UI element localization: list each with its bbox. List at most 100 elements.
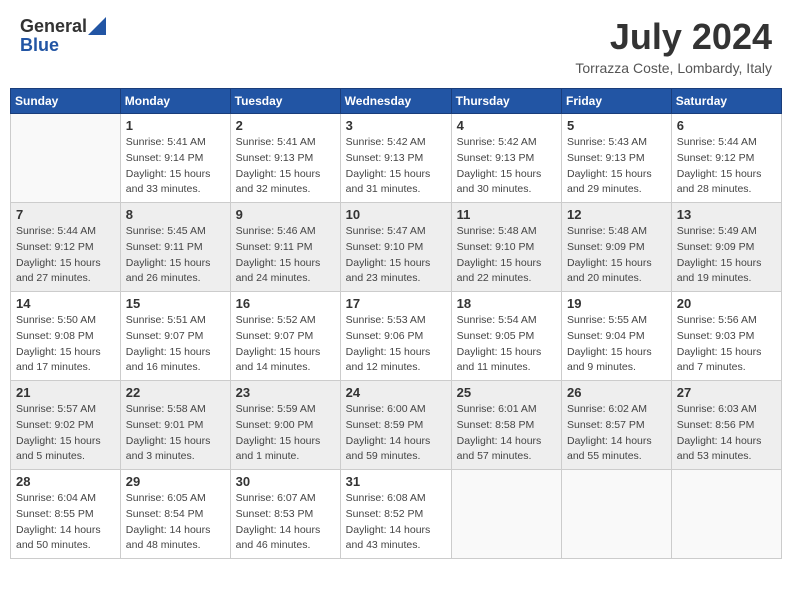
calendar-cell: 15 Sunrise: 5:51 AMSunset: 9:07 PMDayligh… [120, 292, 230, 381]
weekday-header-sunday: Sunday [11, 89, 121, 114]
day-info: Sunrise: 5:52 AMSunset: 9:07 PMDaylight:… [236, 313, 335, 376]
day-info: Sunrise: 5:47 AMSunset: 9:10 PMDaylight:… [346, 224, 446, 287]
day-number: 17 [346, 296, 446, 311]
day-number: 21 [16, 385, 115, 400]
day-info: Sunrise: 6:03 AMSunset: 8:56 PMDaylight:… [677, 402, 776, 465]
day-info: Sunrise: 5:55 AMSunset: 9:04 PMDaylight:… [567, 313, 666, 376]
day-info: Sunrise: 6:00 AMSunset: 8:59 PMDaylight:… [346, 402, 446, 465]
day-number: 18 [457, 296, 556, 311]
calendar-cell [11, 114, 121, 203]
day-number: 8 [126, 207, 225, 222]
day-info: Sunrise: 6:08 AMSunset: 8:52 PMDaylight:… [346, 491, 446, 554]
calendar-cell: 11 Sunrise: 5:48 AMSunset: 9:10 PMDayligh… [451, 203, 561, 292]
calendar-cell: 14 Sunrise: 5:50 AMSunset: 9:08 PMDayligh… [11, 292, 121, 381]
day-number: 20 [677, 296, 776, 311]
calendar-cell: 13 Sunrise: 5:49 AMSunset: 9:09 PMDayligh… [671, 203, 781, 292]
day-info: Sunrise: 5:54 AMSunset: 9:05 PMDaylight:… [457, 313, 556, 376]
calendar-cell: 29Sunrise: 6:05 AMSunset: 8:54 PMDayligh… [120, 470, 230, 559]
day-number: 16 [236, 296, 335, 311]
day-number: 15 [126, 296, 225, 311]
day-info: Sunrise: 5:50 AMSunset: 9:08 PMDaylight:… [16, 313, 115, 376]
day-info: Sunrise: 5:58 AMSunset: 9:01 PMDaylight:… [126, 402, 225, 465]
weekday-header-wednesday: Wednesday [340, 89, 451, 114]
day-number: 1 [126, 118, 225, 133]
calendar-cell: 9Sunrise: 5:46 AMSunset: 9:11 PMDaylight… [230, 203, 340, 292]
day-number: 2 [236, 118, 335, 133]
calendar-cell: 8Sunrise: 5:45 AMSunset: 9:11 PMDaylight… [120, 203, 230, 292]
day-number: 6 [677, 118, 776, 133]
calendar-cell: 2 Sunrise: 5:41 AMSunset: 9:13 PMDaylight… [230, 114, 340, 203]
week-row-5: 28Sunrise: 6:04 AMSunset: 8:55 PMDayligh… [11, 470, 782, 559]
day-number: 7 [16, 207, 115, 222]
calendar-cell: 16 Sunrise: 5:52 AMSunset: 9:07 PMDayligh… [230, 292, 340, 381]
calendar-cell: 21 Sunrise: 5:57 AMSunset: 9:02 PMDayligh… [11, 381, 121, 470]
day-number: 11 [457, 207, 556, 222]
day-number: 27 [677, 385, 776, 400]
day-info: Sunrise: 5:49 AMSunset: 9:09 PMDaylight:… [677, 224, 776, 287]
day-info: Sunrise: 5:41 AMSunset: 9:13 PMDaylight:… [236, 135, 335, 198]
calendar-cell: 6 Sunrise: 5:44 AMSunset: 9:12 PMDaylight… [671, 114, 781, 203]
day-number: 28 [16, 474, 115, 489]
calendar-cell: 10 Sunrise: 5:47 AMSunset: 9:10 PMDayligh… [340, 203, 451, 292]
month-year-title: July 2024 [575, 16, 772, 58]
day-info: Sunrise: 5:53 AMSunset: 9:06 PMDaylight:… [346, 313, 446, 376]
weekday-header-thursday: Thursday [451, 89, 561, 114]
day-info: Sunrise: 5:48 AMSunset: 9:10 PMDaylight:… [457, 224, 556, 287]
day-number: 14 [16, 296, 115, 311]
week-row-1: 1 Sunrise: 5:41 AMSunset: 9:14 PMDaylight… [11, 114, 782, 203]
day-info: Sunrise: 5:44 AMSunset: 9:12 PMDaylight:… [677, 135, 776, 198]
day-number: 3 [346, 118, 446, 133]
day-info: Sunrise: 5:51 AMSunset: 9:07 PMDaylight:… [126, 313, 225, 376]
calendar-cell: 4 Sunrise: 5:42 AMSunset: 9:13 PMDaylight… [451, 114, 561, 203]
day-info: Sunrise: 5:48 AMSunset: 9:09 PMDaylight:… [567, 224, 666, 287]
calendar-cell [671, 470, 781, 559]
day-number: 26 [567, 385, 666, 400]
day-number: 13 [677, 207, 776, 222]
calendar-cell: 27 Sunrise: 6:03 AMSunset: 8:56 PMDayligh… [671, 381, 781, 470]
calendar-cell: 7 Sunrise: 5:44 AMSunset: 9:12 PMDaylight… [11, 203, 121, 292]
day-info: Sunrise: 5:59 AMSunset: 9:00 PMDaylight:… [236, 402, 335, 465]
day-number: 4 [457, 118, 556, 133]
calendar-cell: 1 Sunrise: 5:41 AMSunset: 9:14 PMDaylight… [120, 114, 230, 203]
day-info: Sunrise: 6:01 AMSunset: 8:58 PMDaylight:… [457, 402, 556, 465]
logo-general-text: General [20, 16, 87, 37]
weekday-header-row: SundayMondayTuesdayWednesdayThursdayFrid… [11, 89, 782, 114]
day-number: 25 [457, 385, 556, 400]
logo-blue-text: Blue [20, 35, 59, 56]
calendar-cell: 3Sunrise: 5:42 AMSunset: 9:13 PMDaylight… [340, 114, 451, 203]
day-info: Sunrise: 5:41 AMSunset: 9:14 PMDaylight:… [126, 135, 225, 198]
day-info: Sunrise: 5:44 AMSunset: 9:12 PMDaylight:… [16, 224, 115, 287]
logo-icon [88, 17, 106, 35]
day-info: Sunrise: 6:07 AMSunset: 8:53 PMDaylight:… [236, 491, 335, 554]
day-number: 30 [236, 474, 335, 489]
logo: General Blue [20, 16, 106, 56]
calendar-cell: 18 Sunrise: 5:54 AMSunset: 9:05 PMDayligh… [451, 292, 561, 381]
calendar-cell: 20Sunrise: 5:56 AMSunset: 9:03 PMDayligh… [671, 292, 781, 381]
calendar-cell: 25 Sunrise: 6:01 AMSunset: 8:58 PMDayligh… [451, 381, 561, 470]
day-info: Sunrise: 6:02 AMSunset: 8:57 PMDaylight:… [567, 402, 666, 465]
calendar-cell: 19 Sunrise: 5:55 AMSunset: 9:04 PMDayligh… [562, 292, 672, 381]
day-info: Sunrise: 5:57 AMSunset: 9:02 PMDaylight:… [16, 402, 115, 465]
calendar-cell: 22 Sunrise: 5:58 AMSunset: 9:01 PMDayligh… [120, 381, 230, 470]
day-number: 23 [236, 385, 335, 400]
week-row-3: 14 Sunrise: 5:50 AMSunset: 9:08 PMDayligh… [11, 292, 782, 381]
day-number: 22 [126, 385, 225, 400]
calendar-cell [451, 470, 561, 559]
calendar-cell: 30 Sunrise: 6:07 AMSunset: 8:53 PMDayligh… [230, 470, 340, 559]
day-info: Sunrise: 5:42 AMSunset: 9:13 PMDaylight:… [457, 135, 556, 198]
week-row-4: 21 Sunrise: 5:57 AMSunset: 9:02 PMDayligh… [11, 381, 782, 470]
day-info: Sunrise: 5:43 AMSunset: 9:13 PMDaylight:… [567, 135, 666, 198]
calendar-table: SundayMondayTuesdayWednesdayThursdayFrid… [10, 88, 782, 559]
day-info: Sunrise: 5:46 AMSunset: 9:11 PMDaylight:… [236, 224, 335, 287]
calendar-cell: 5 Sunrise: 5:43 AMSunset: 9:13 PMDaylight… [562, 114, 672, 203]
calendar-cell [562, 470, 672, 559]
day-number: 19 [567, 296, 666, 311]
location-subtitle: Torrazza Coste, Lombardy, Italy [575, 60, 772, 76]
day-number: 24 [346, 385, 446, 400]
weekday-header-saturday: Saturday [671, 89, 781, 114]
weekday-header-monday: Monday [120, 89, 230, 114]
calendar-cell: 12Sunrise: 5:48 AMSunset: 9:09 PMDayligh… [562, 203, 672, 292]
day-number: 29 [126, 474, 225, 489]
day-number: 10 [346, 207, 446, 222]
day-number: 5 [567, 118, 666, 133]
